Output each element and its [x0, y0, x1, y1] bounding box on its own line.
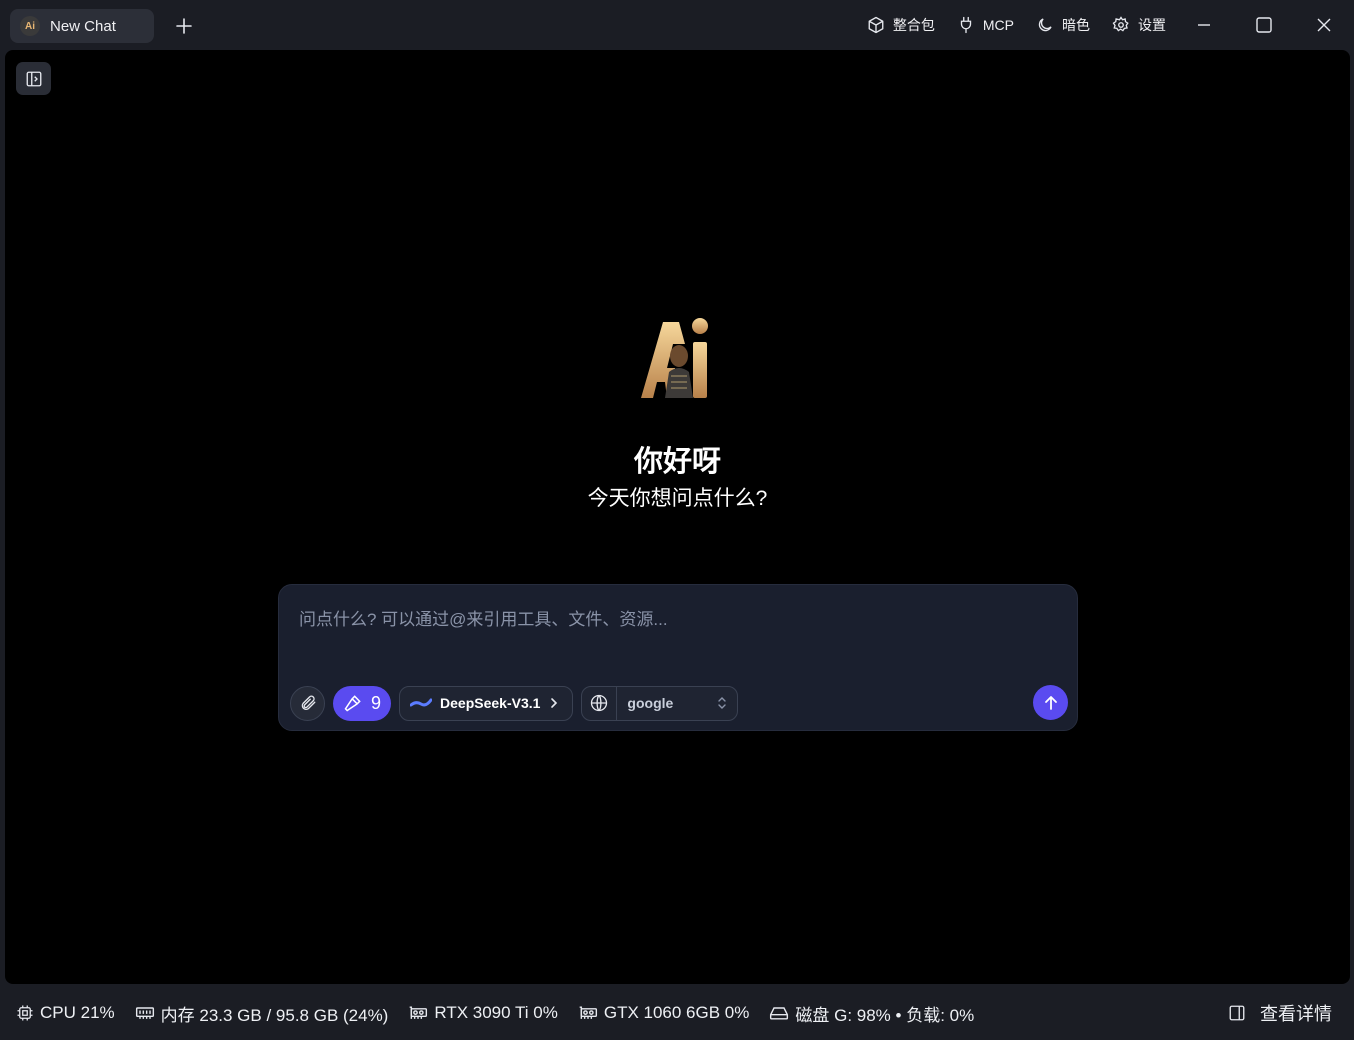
new-tab-button[interactable]	[170, 12, 198, 40]
package-icon	[868, 16, 884, 34]
memory-text: 内存 23.3 GB / 95.8 GB (24%)	[160, 1005, 389, 1025]
bundle-button[interactable]: 整合包	[867, 15, 935, 35]
panel-right-icon	[1229, 1005, 1245, 1021]
arrow-up-icon	[1044, 695, 1057, 710]
settings-label: 设置	[1138, 17, 1166, 33]
gear-icon	[1112, 16, 1129, 32]
bundle-label: 整合包	[892, 17, 935, 33]
search-engine-dropdown[interactable]: google	[617, 687, 737, 720]
gpu2-stat: GTX 1060 6GB 0%	[578, 1003, 750, 1023]
ai-logo-icon	[641, 318, 708, 398]
minimize-icon	[1198, 24, 1210, 26]
attach-button[interactable]	[290, 685, 325, 721]
plus-icon	[176, 18, 192, 34]
status-bar: CPU 21% 内存 23.3 GB / 95.8 GB (24%) RTX 3…	[0, 986, 1354, 1040]
view-details-button[interactable]: 查看详情	[1228, 986, 1332, 1040]
plug-icon	[960, 16, 972, 34]
title-bar: Ai New Chat 整合包 MCP 暗色 设置	[0, 0, 1354, 50]
gpu2-text: GTX 1060 6GB 0%	[603, 1003, 750, 1022]
sidebar-toggle-button[interactable]	[16, 62, 51, 95]
app-logo-icon: Ai	[20, 16, 40, 36]
cpu-stat: CPU 21%	[16, 1003, 115, 1023]
tools-button[interactable]: 9	[333, 685, 392, 721]
web-search-toggle[interactable]	[582, 686, 618, 720]
memory-stat: 内存 23.3 GB / 95.8 GB (24%)	[135, 1001, 389, 1026]
cpu-text: CPU 21%	[40, 1003, 115, 1022]
cpu-icon	[17, 1005, 33, 1021]
composer-toolbar: 9 DeepSeek-V3.1 google	[290, 685, 739, 721]
web-search-selector[interactable]: google	[581, 685, 739, 721]
tab-label: New Chat	[50, 17, 116, 35]
hammer-icon	[344, 695, 361, 712]
chat-composer: 9 DeepSeek-V3.1 google	[278, 584, 1078, 731]
message-input[interactable]	[299, 605, 1039, 635]
close-window-button[interactable]	[1294, 0, 1354, 50]
tools-count: 9	[371, 692, 382, 713]
chevron-up-down-icon	[718, 697, 727, 709]
theme-label: 暗色	[1062, 17, 1090, 33]
close-icon	[1317, 18, 1331, 32]
hard-drive-icon	[770, 1007, 789, 1020]
mcp-label: MCP	[982, 17, 1014, 33]
deepseek-logo-icon	[410, 698, 433, 707]
gpu-icon	[579, 1006, 597, 1019]
settings-button[interactable]: 设置	[1112, 15, 1166, 35]
disk-text: 磁盘 G: 98% • 负载: 0%	[795, 1005, 975, 1025]
sidebar-expand-icon	[26, 71, 41, 86]
chat-main: 你好呀 今天你想问点什么? 9 DeepSeek-V3.1 googl	[5, 50, 1350, 984]
maximize-icon	[1256, 17, 1272, 33]
send-button[interactable]	[1033, 685, 1068, 720]
memory-icon	[135, 1007, 154, 1019]
paperclip-icon	[301, 695, 315, 710]
greeting-subtitle: 今天你想问点什么?	[587, 487, 768, 510]
model-selector[interactable]: DeepSeek-V3.1	[399, 685, 574, 721]
gpu-icon	[410, 1006, 428, 1019]
globe-icon	[591, 694, 608, 712]
chevron-right-icon	[551, 698, 558, 708]
maximize-button[interactable]	[1234, 0, 1294, 50]
search-engine-value: google	[627, 695, 674, 711]
disk-stat: 磁盘 G: 98% • 负载: 0%	[769, 1001, 974, 1026]
view-details-label: 查看详情	[1260, 1004, 1332, 1024]
theme-toggle[interactable]: 暗色	[1036, 15, 1090, 35]
minimize-button[interactable]	[1174, 0, 1234, 50]
gpu1-stat: RTX 3090 Ti 0%	[408, 1003, 558, 1023]
gpu1-text: RTX 3090 Ti 0%	[434, 1003, 558, 1022]
tab-new-chat[interactable]: Ai New Chat	[10, 9, 154, 43]
moon-icon	[1038, 18, 1052, 32]
greeting-title: 你好呀	[633, 446, 721, 478]
mcp-button[interactable]: MCP	[957, 16, 1014, 34]
model-name: DeepSeek-V3.1	[440, 695, 541, 711]
